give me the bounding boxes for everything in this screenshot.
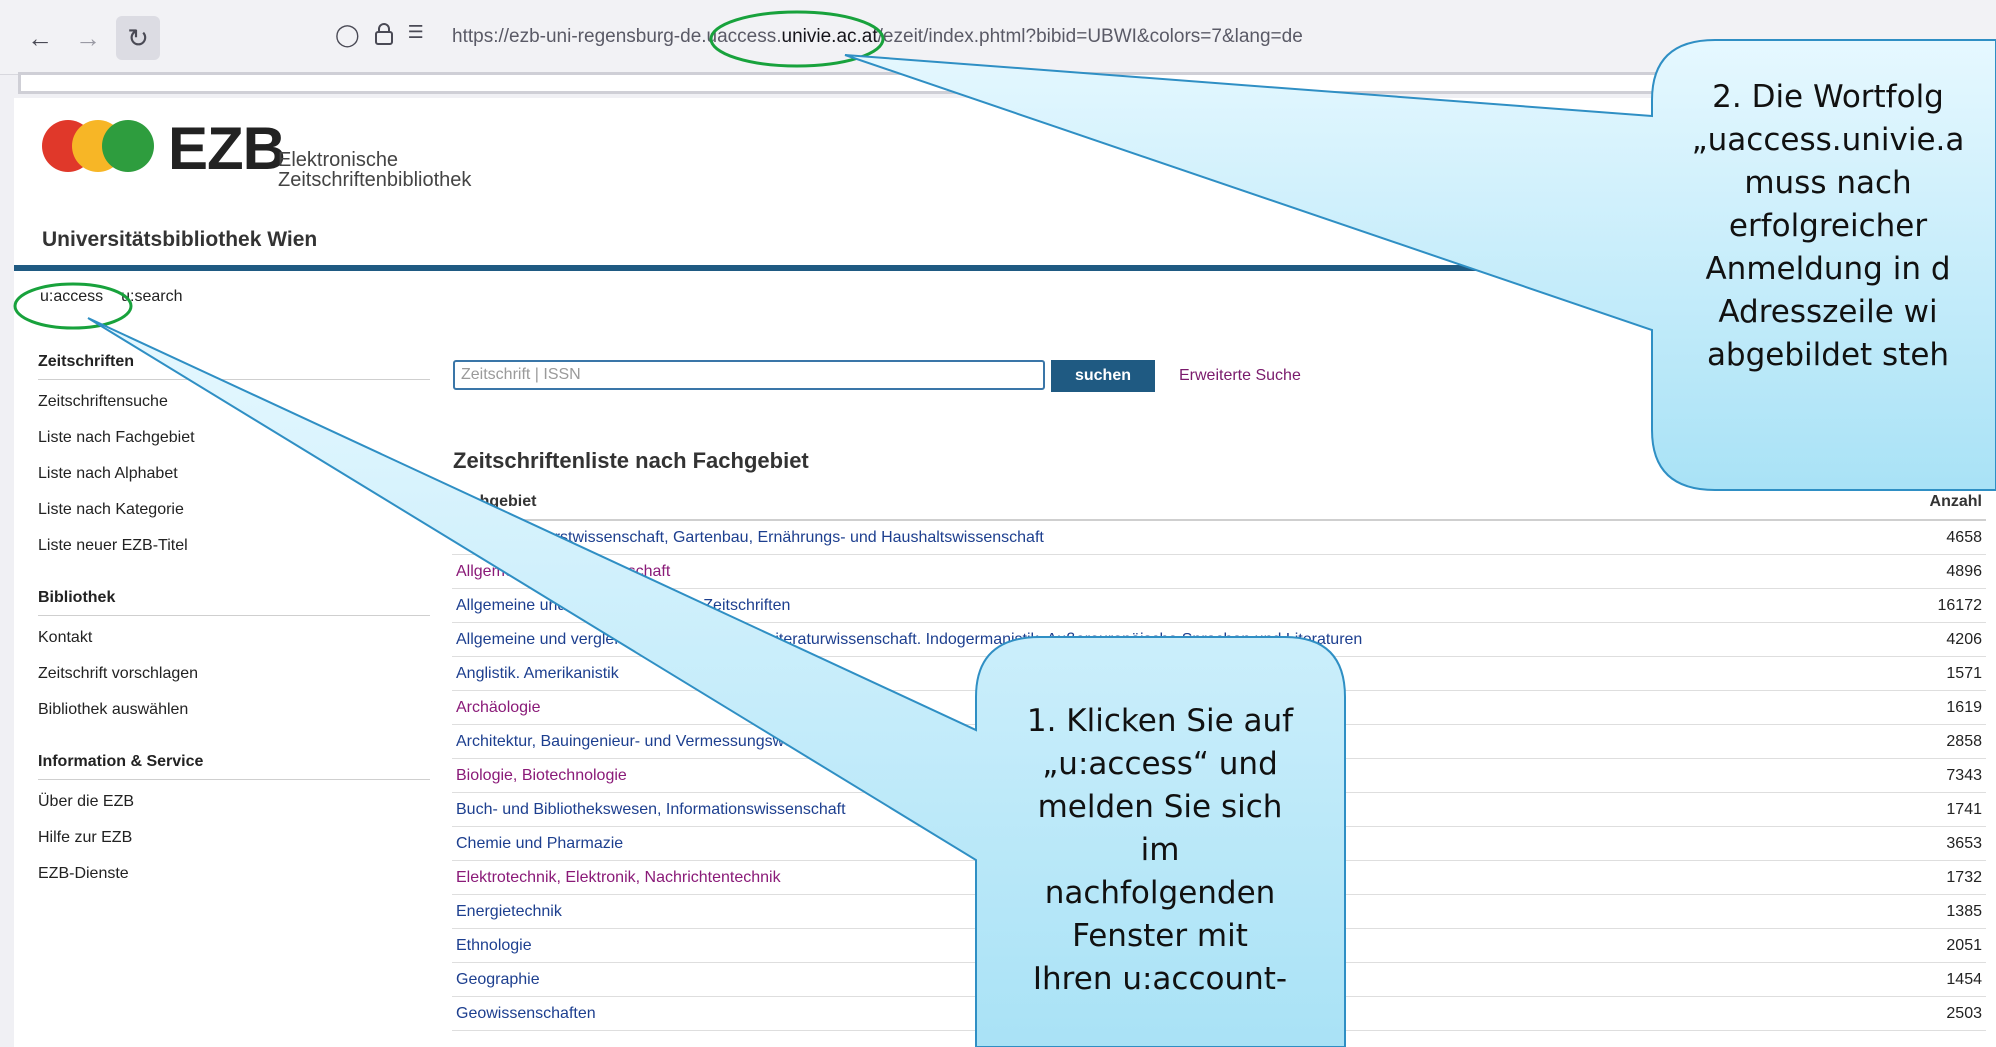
- callout-text-line: melden Sie sich: [1037, 789, 1283, 825]
- callout-text-line: Adresszeile wi: [1718, 294, 1938, 330]
- callout-text-line: Anmeldung in d: [1705, 251, 1951, 287]
- callout-text-line: „u:access“ und: [1042, 746, 1278, 782]
- callout-text-line: 1. Klicken Sie auf: [1026, 703, 1294, 739]
- callout-text-line: muss nach: [1744, 165, 1912, 201]
- callout-text-line: „uaccess.univie.a: [1691, 122, 1965, 158]
- callout-text-line: nachfolgenden: [1044, 875, 1276, 911]
- callout-text-line: abgebildet steh: [1706, 337, 1950, 373]
- callout-text-line: Fenster mit: [1072, 918, 1248, 954]
- uaccess-highlight-ring: [13, 282, 133, 330]
- callout-text-line: im: [1140, 832, 1180, 868]
- callout-1-text: 1. Klicken Sie auf „u:access“ und melden S…: [980, 700, 1340, 1001]
- callout-2-text: 2. Die Wortfolg „uaccess.univie.a muss nac…: [1660, 76, 1996, 377]
- callout-text-line: Ihren u:account-: [1032, 961, 1288, 997]
- callout-text-line: 2. Die Wortfolg: [1712, 79, 1944, 115]
- callout-text-line: erfolgreicher: [1728, 208, 1928, 244]
